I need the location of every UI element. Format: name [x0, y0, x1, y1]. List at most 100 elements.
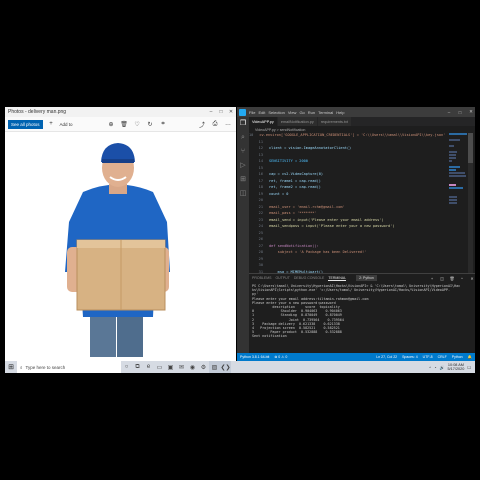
mail-icon[interactable]: ✉: [176, 361, 187, 373]
terminal-output[interactable]: PS C:\Users\tamal\ University\HyperionAI…: [249, 282, 475, 340]
editor-tab[interactable]: VideoAPP.py: [249, 117, 278, 126]
extensions-icon[interactable]: ⊞: [240, 176, 246, 184]
menu-view[interactable]: View: [288, 110, 297, 115]
menu-selection[interactable]: Selection: [268, 110, 284, 115]
settings-icon[interactable]: ⚙: [198, 361, 209, 373]
remote-icon[interactable]: ◫: [240, 190, 247, 198]
taskbar: ⊞ ⌕ Type here to search ○ ⧉ e ▭ ▣ ✉ ◉ ⚙ …: [5, 361, 475, 373]
volume-icon[interactable]: 🔊: [440, 365, 445, 370]
rotate-icon[interactable]: ↻: [146, 121, 155, 128]
add-to-icon[interactable]: +: [47, 121, 56, 127]
chrome-icon[interactable]: ◉: [187, 361, 198, 373]
photos-window-title: Photos - delivery man.png: [8, 109, 67, 115]
search-icon[interactable]: ⌕: [241, 134, 245, 142]
code-text: count = 0: [269, 191, 289, 196]
minimap-row: [449, 139, 461, 141]
vscode-window: File Edit Selection View Go Run Terminal…: [237, 107, 475, 361]
split-terminal-icon[interactable]: ◫: [439, 276, 445, 281]
status-interpreter[interactable]: Python 3.8.1 64-bit: [240, 355, 269, 359]
minimap-row: [449, 136, 451, 138]
status-spaces[interactable]: Spaces: 4: [402, 355, 418, 359]
editor-scrollbar[interactable]: [468, 133, 473, 273]
editor-tab[interactable]: requirements.txt: [317, 117, 352, 126]
close-icon[interactable]: ✕: [226, 109, 236, 115]
minimize-icon[interactable]: –: [206, 109, 216, 115]
notifications-icon[interactable]: 🔔: [468, 355, 475, 359]
status-position[interactable]: Ln 27, Col 22: [376, 355, 397, 359]
minimize-icon[interactable]: –: [445, 110, 453, 115]
menu-go[interactable]: Go: [299, 110, 304, 115]
zoom-icon[interactable]: ⊕: [107, 121, 116, 128]
store-icon[interactable]: ▣: [165, 361, 176, 373]
tray-chevron-icon[interactable]: ^: [429, 365, 431, 370]
cortana-icon[interactable]: ○: [121, 361, 132, 373]
minimap-row: [449, 199, 458, 201]
menu-terminal[interactable]: Terminal: [318, 110, 333, 115]
taskbar-search[interactable]: ⌕ Type here to search: [17, 361, 121, 373]
clock[interactable]: 10:08 AM 5/17/2020: [448, 363, 465, 372]
maximize-panel-icon[interactable]: ^: [459, 276, 465, 281]
add-to-button[interactable]: Add to: [60, 122, 73, 127]
minimap[interactable]: [449, 133, 467, 273]
code-editor[interactable]: 10 cv.environ['GOOGLE_APPLICATION_CREDENT…: [249, 133, 445, 273]
panel-tabs: PROBLEMS OUTPUT DEBUG CONSOLE TERMINAL 2: Py…: [249, 274, 475, 282]
menu-run[interactable]: Run: [308, 110, 315, 115]
close-icon[interactable]: ✕: [467, 109, 475, 115]
panel-tab[interactable]: OUTPUT: [275, 276, 289, 280]
edge-icon[interactable]: e: [143, 361, 154, 373]
delete-icon[interactable]: 🗑: [120, 121, 129, 128]
more-icon[interactable]: …: [224, 121, 233, 127]
new-terminal-icon[interactable]: +: [429, 276, 435, 281]
crop-icon[interactable]: ⌗: [159, 121, 168, 128]
source-control-icon[interactable]: ⑂: [241, 148, 245, 156]
share-icon[interactable]: ⤴: [198, 120, 207, 129]
code-text: subject = 'A Package has been Delivered!…: [269, 250, 367, 254]
favorite-icon[interactable]: ♡: [133, 121, 142, 128]
vscode-titlebar: File Edit Selection View Go Run Terminal…: [237, 107, 475, 117]
maximize-icon[interactable]: □: [456, 110, 464, 115]
status-problems[interactable]: ⊗ 0 ⚠ 0: [274, 355, 287, 359]
vscode-taskbar-icon[interactable]: ❮❯: [220, 361, 231, 373]
activity-bar: ❐ ⌕ ⑂ ▷ ⊞ ◫: [237, 117, 249, 353]
breadcrumb[interactable]: VideoAPP.py > sendNotification: [249, 126, 475, 133]
code-text: client = vision.ImageAnnotatorClient(): [269, 146, 352, 150]
minimap-row: [449, 193, 451, 195]
minimap-row: [449, 184, 456, 186]
windows-start-icon[interactable]: ⊞: [5, 361, 17, 373]
maximize-icon[interactable]: □: [216, 109, 226, 115]
photos-taskbar-icon[interactable]: ▨: [209, 361, 220, 373]
run-debug-icon[interactable]: ▷: [240, 162, 245, 170]
see-all-photos-label: See all photos: [11, 121, 40, 127]
network-icon[interactable]: ◔: [434, 365, 436, 370]
vscode-logo-icon: [239, 108, 246, 116]
action-center-icon[interactable]: ☐: [467, 365, 471, 370]
print-icon[interactable]: ⎙: [211, 121, 220, 128]
status-eol[interactable]: CRLF: [438, 355, 447, 359]
code-text: email_sendpass = input('Please enter you…: [269, 224, 395, 228]
menu-help[interactable]: Help: [336, 110, 344, 115]
panel-tab[interactable]: DEBUG CONSOLE: [294, 276, 325, 280]
terminal-shell-select[interactable]: 2: Python: [356, 275, 377, 281]
panel-tab[interactable]: TERMINAL: [328, 276, 347, 281]
minimap-row: [449, 154, 457, 156]
see-all-photos-button[interactable]: See all photos: [8, 119, 43, 129]
status-language[interactable]: Python: [452, 355, 463, 359]
scrollbar-thumb[interactable]: [468, 133, 473, 163]
delivery-man-photo: [65, 143, 170, 357]
explorer-icon[interactable]: ❐: [240, 120, 246, 128]
menu-edit[interactable]: Edit: [258, 110, 265, 115]
editor-tab[interactable]: emailNotification.py: [277, 117, 318, 126]
menu-file[interactable]: File: [249, 110, 255, 115]
minimap-row: [449, 151, 457, 153]
minimap-row: [449, 166, 460, 168]
minimap-row: [449, 178, 451, 180]
minimap-row: [449, 181, 451, 183]
minimap-row: [449, 175, 467, 177]
kill-terminal-icon[interactable]: 🗑: [449, 276, 455, 281]
status-encoding[interactable]: UTF-8: [423, 355, 433, 359]
panel-tab[interactable]: PROBLEMS: [252, 276, 271, 280]
close-panel-icon[interactable]: ✕: [469, 276, 475, 281]
file-explorer-icon[interactable]: ▭: [154, 361, 165, 373]
task-view-icon[interactable]: ⧉: [132, 361, 143, 373]
taskbar-search-placeholder: Type here to search: [25, 364, 66, 370]
